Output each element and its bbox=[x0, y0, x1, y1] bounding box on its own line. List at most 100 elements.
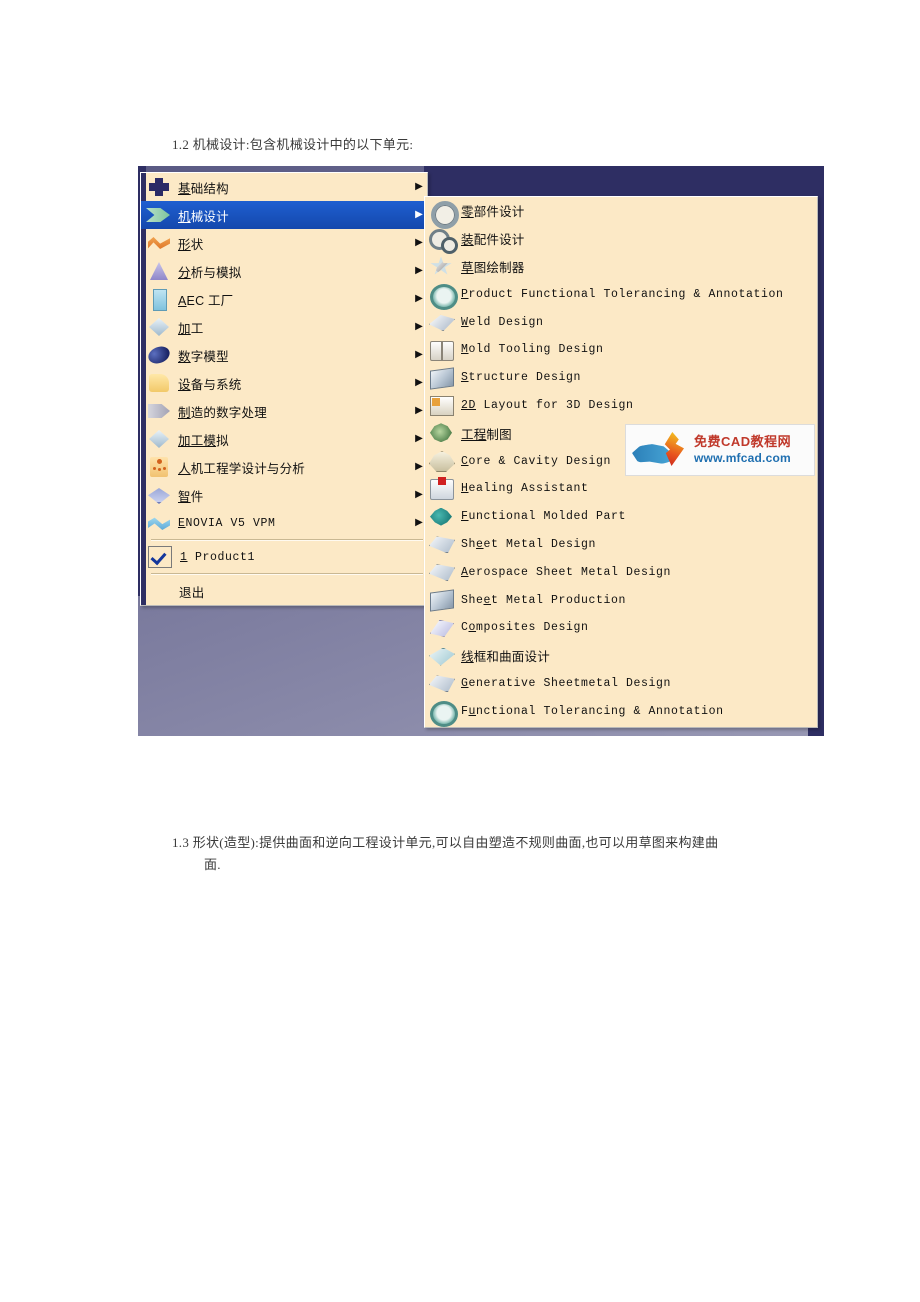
menu-item-label: 机械设计 bbox=[178, 209, 229, 224]
menu-item-knowledgeware[interactable]: 智件 ▶ bbox=[141, 481, 427, 509]
molded-part-icon bbox=[428, 505, 454, 529]
submenu-item-part-design[interactable]: 零部件设计 bbox=[425, 197, 817, 229]
submenu-item-label: Functional Molded Part bbox=[461, 510, 627, 524]
menu-item-machining[interactable]: 加工 ▶ bbox=[141, 313, 427, 341]
menu-item-label: 数字模型 bbox=[178, 349, 229, 364]
submenu-item-label: 线框和曲面设计 bbox=[461, 650, 550, 665]
menu-item-machining-simulation[interactable]: 加工模拟 ▶ bbox=[141, 425, 427, 453]
watermark-badge: 免费CAD教程网 www.mfcad.com bbox=[625, 424, 815, 476]
menu-item-digital-mockup[interactable]: 数字模型 ▶ bbox=[141, 341, 427, 369]
watermark-title: 免费CAD教程网 bbox=[694, 434, 792, 449]
checkmark-icon bbox=[148, 546, 172, 568]
submenu-item-generative-sheetmetal-design[interactable]: Generative Sheetmetal Design bbox=[425, 670, 817, 698]
submenu-item-composites-design[interactable]: Composites Design bbox=[425, 614, 817, 642]
purple-triangle-icon bbox=[146, 260, 172, 282]
mfcad-logo-icon bbox=[630, 430, 690, 470]
watermark-url: www.mfcad.com bbox=[694, 451, 791, 465]
green-arrow-icon bbox=[146, 204, 172, 226]
submenu-item-weld-design[interactable]: Weld Design bbox=[425, 308, 817, 336]
submenu-item-label: Sheet Metal Production bbox=[461, 593, 627, 607]
menu-item-label: 设备与系统 bbox=[178, 377, 242, 392]
weld-icon bbox=[428, 310, 455, 334]
generative-icon bbox=[428, 671, 455, 695]
paragraph-1-3-line-1: 1.3 形状(造型):提供曲面和逆向工程设计单元,可以自由塑造不规则曲面,也可以… bbox=[172, 835, 719, 850]
menu-item-ergonomics[interactable]: 人机工程学设计与分析 ▶ bbox=[141, 453, 427, 481]
blue-tower-icon bbox=[146, 288, 172, 311]
menu-item-label: AEC 工厂 bbox=[178, 293, 234, 308]
menu-item-equipment-systems[interactable]: 设备与系统 ▶ bbox=[141, 369, 427, 397]
submenu-item-label: Sheet Metal Design bbox=[461, 537, 597, 551]
submenu-item-sheet-metal-design[interactable]: Sheet Metal Design bbox=[425, 531, 817, 559]
submenu-item-label: 装配件设计 bbox=[461, 233, 525, 248]
submenu-item-sketcher[interactable]: 草图绘制器 bbox=[425, 253, 817, 281]
sheet-prod-icon bbox=[428, 588, 454, 612]
submenu-item-label: Healing Assistant bbox=[461, 482, 589, 496]
submenu-item-label: Structure Design bbox=[461, 371, 582, 385]
catia-menu-screenshot: 基础结构 ▶ 机械设计 ▶ 形状 ▶ 分析与模拟 ▶ AEC 工厂 ▶ 加工 ▶ bbox=[138, 166, 824, 736]
submenu-item-sheet-metal-production[interactable]: Sheet Metal Production bbox=[425, 586, 817, 614]
submenu-item-label: Product Functional Tolerancing & Annotat… bbox=[461, 287, 784, 301]
menu-item-infrastructure[interactable]: 基础结构 ▶ bbox=[141, 173, 427, 201]
submenu-item-label: Weld Design bbox=[461, 315, 544, 329]
paragraph-1-2: 1.2 机械设计:包含机械设计中的以下单元: bbox=[172, 137, 414, 152]
menu-item-shape[interactable]: 形状 ▶ bbox=[141, 229, 427, 257]
submenu-item-2d-layout-for-3d-design[interactable]: 2D Layout for 3D Design bbox=[425, 392, 817, 420]
exit-label: 退出 bbox=[179, 585, 205, 600]
mold-icon bbox=[428, 338, 454, 362]
menu-item-aec-plant[interactable]: AEC 工厂 ▶ bbox=[141, 285, 427, 313]
submenu-item-healing-assistant[interactable]: Healing Assistant bbox=[425, 475, 817, 503]
layout-2d-icon bbox=[428, 393, 454, 417]
submenu-item-label: Aerospace Sheet Metal Design bbox=[461, 565, 672, 579]
gear-icon bbox=[428, 199, 459, 229]
yellow-square-icon bbox=[146, 372, 172, 394]
plates-icon bbox=[146, 484, 172, 506]
menu-item-label: 智件 bbox=[178, 489, 204, 504]
menu-item-enovia-v5-vpm[interactable]: ENOVIA V5 VPM ▶ bbox=[141, 509, 427, 537]
menu-item-analysis-simulation[interactable]: 分析与模拟 ▶ bbox=[141, 257, 427, 285]
submenu-item-label: Core & Cavity Design bbox=[461, 454, 612, 468]
submenu-item-product-functional-tolerancing[interactable]: Product Functional Tolerancing & Annotat… bbox=[425, 280, 817, 311]
diamond-icon bbox=[146, 316, 172, 338]
tolerancing-icon bbox=[428, 282, 458, 311]
menu-item-label: 人机工程学设计与分析 bbox=[178, 461, 306, 476]
submenu-item-functional-molded-part[interactable]: Functional Molded Part bbox=[425, 503, 817, 531]
submenu-item-structure-design[interactable]: Structure Design bbox=[425, 364, 817, 392]
orange-wave-icon bbox=[146, 232, 172, 254]
menu-item-label: 形状 bbox=[178, 237, 204, 252]
structure-icon bbox=[428, 366, 454, 390]
chevron-right-icon: ▶ bbox=[415, 181, 423, 192]
person-icon bbox=[146, 456, 172, 478]
sketch-star-icon bbox=[428, 254, 454, 278]
drafting-icon bbox=[428, 421, 454, 445]
menu-item-label: 制造的数字处理 bbox=[178, 405, 267, 420]
menu-item-mechanical-design[interactable]: 机械设计 ▶ bbox=[141, 201, 427, 229]
menu-separator-1 bbox=[151, 539, 423, 541]
menu-separator-2 bbox=[151, 573, 423, 575]
double-gear-icon bbox=[428, 227, 458, 254]
submenu-item-assembly-design[interactable]: 装配件设计 bbox=[425, 225, 817, 254]
submenu-item-aerospace-sheet-metal-design[interactable]: Aerospace Sheet Metal Design bbox=[425, 558, 817, 586]
submenu-item-functional-tolerancing-annotation[interactable]: Functional Tolerancing & Annotation bbox=[425, 697, 817, 728]
composites-icon bbox=[428, 616, 454, 640]
menu-item-label: 加工模拟 bbox=[178, 433, 229, 448]
submenu-item-label: 工程制图 bbox=[461, 427, 512, 442]
menu-item-recent-document[interactable]: 1 Product1 bbox=[141, 543, 427, 571]
paragraph-1-3: 1.3 形状(造型):提供曲面和逆向工程设计单元,可以自由塑造不规则曲面,也可以… bbox=[172, 832, 780, 876]
menu-item-exit[interactable]: 退出 bbox=[141, 577, 427, 605]
submenu-item-label: 2D Layout for 3D Design bbox=[461, 398, 634, 412]
watermark-text: 免费CAD教程网 www.mfcad.com bbox=[690, 434, 814, 466]
submenu-item-label: Functional Tolerancing & Annotation bbox=[461, 704, 724, 718]
sheet-metal-icon bbox=[428, 532, 455, 556]
blue-ellipse-icon bbox=[145, 343, 173, 367]
submenu-item-label: 草图绘制器 bbox=[461, 260, 525, 275]
submenu-item-label: Generative Sheetmetal Design bbox=[461, 676, 672, 690]
diamond-icon bbox=[146, 428, 172, 450]
aerospace-icon bbox=[428, 560, 455, 584]
submenu-item-wireframe-and-surface-design[interactable]: 线框和曲面设计 bbox=[425, 642, 817, 670]
cross-icon bbox=[146, 176, 172, 198]
submenu-item-mold-tooling-design[interactable]: Mold Tooling Design bbox=[425, 336, 817, 364]
start-menu: 基础结构 ▶ 机械设计 ▶ 形状 ▶ 分析与模拟 ▶ AEC 工厂 ▶ 加工 ▶ bbox=[140, 172, 428, 606]
ribbon-icon bbox=[146, 512, 172, 534]
menu-item-digital-process-manufacturing[interactable]: 制造的数字处理 ▶ bbox=[141, 397, 427, 425]
submenu-item-label: 零部件设计 bbox=[461, 205, 525, 220]
